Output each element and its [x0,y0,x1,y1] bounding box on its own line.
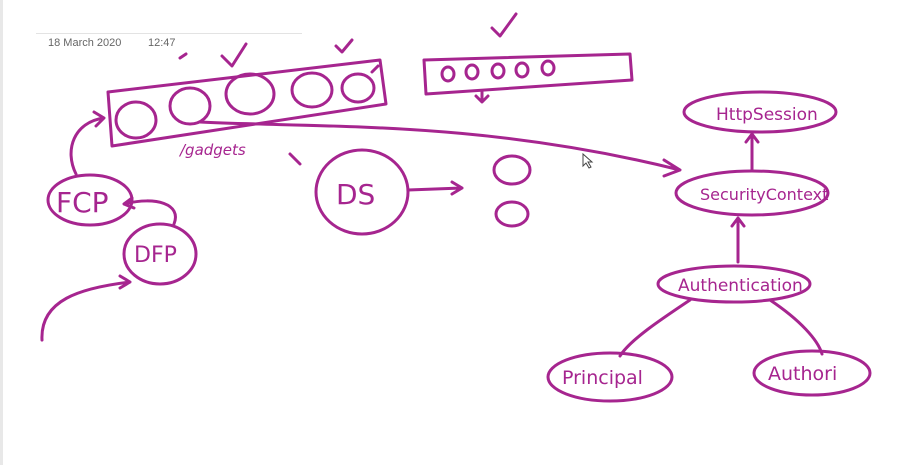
dfp-label: DFP [134,243,177,268]
checkmark [490,12,518,38]
pool-circle [224,72,276,116]
arrow-to-security-context-up [730,216,746,264]
security-context-label: SecurityContext [700,185,828,204]
checkmark [178,52,188,60]
arrow-to-security-context [198,120,682,178]
checkmark [220,42,248,68]
checkmark [334,38,354,54]
pool-circle [114,100,158,140]
pool-circle [340,72,376,104]
pool-circle [290,71,334,109]
arrow-to-http-session [744,132,760,172]
principal-label: Principal [562,367,643,389]
ds-label: DS [336,178,375,211]
checkmark [370,64,380,74]
dispatch-circle [492,154,532,186]
authorities-label: Authori [768,363,837,385]
pool-circle [168,86,212,126]
http-session-label: HttpSession [716,105,818,125]
incoming-request-arrow [40,274,132,342]
ink-canvas[interactable]: /gadgets FCP DFP DS HttpSession Security… [0,0,908,465]
queue-circles [440,59,556,83]
mouse-cursor-icon [582,152,594,169]
gadgets-label: /gadgets [178,141,246,159]
edge-to-authorities [768,298,824,356]
authentication-label: Authentication [678,276,803,296]
fcp-label: FCP [56,186,109,219]
arrow-fcp-to-pool [69,110,106,176]
dispatch-circle [494,200,530,228]
down-arrow [474,90,490,104]
edge-to-principal [618,298,692,358]
arrow-ds-to-circles [406,180,464,196]
arrow-dfp-to-fcp [122,196,177,226]
ds-tick [288,152,302,166]
